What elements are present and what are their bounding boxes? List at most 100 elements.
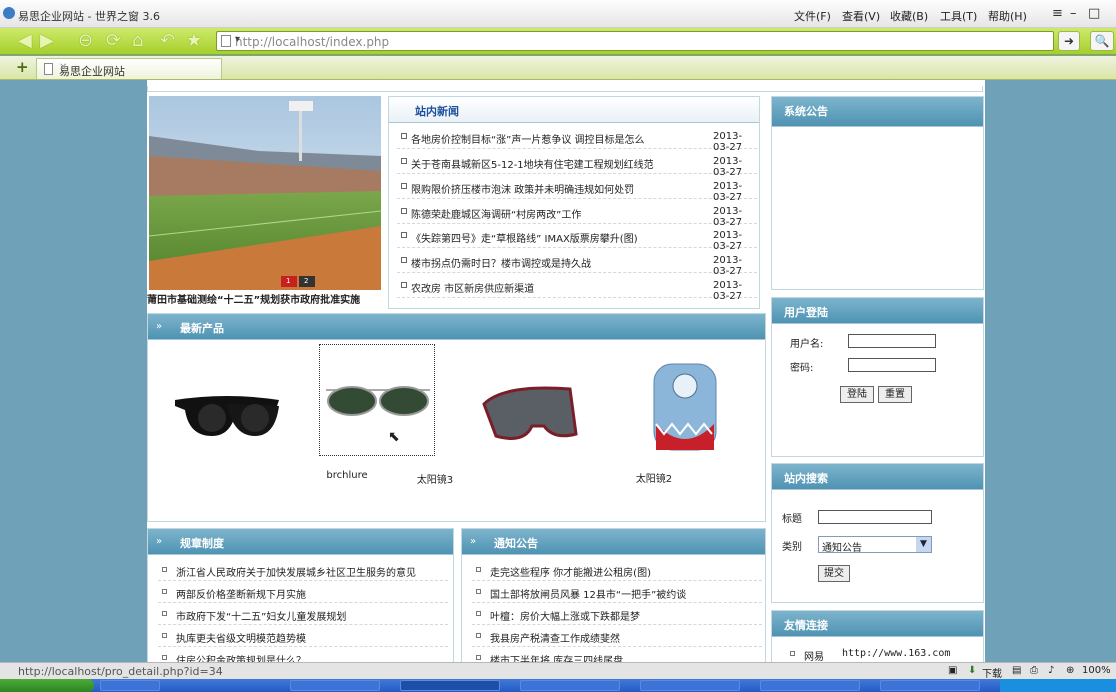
slide-1-button[interactable]: 1 — [286, 277, 290, 285]
close-tab-icon[interactable]: ✕ — [59, 62, 213, 73]
search-submit-button[interactable]: 提交 — [818, 565, 850, 582]
taskbar-item[interactable] — [520, 680, 620, 691]
print-icon[interactable]: ⎙ — [1030, 665, 1038, 676]
list-item[interactable]: 叶檀：房价大幅上涨或下跌都是梦 — [472, 603, 762, 625]
announce-text[interactable]: 我县房产税清查工作成绩斐然 — [490, 630, 760, 645]
double-arrow-icon: » — [156, 536, 163, 547]
address-input[interactable]: http://localhost/index.php ▾ — [216, 31, 1054, 51]
maximize-icon[interactable]: □ — [1088, 6, 1100, 21]
list-item[interactable]: 《失踪第四号》走“草根路线” IMAX版票房攀升(图) 2013-03-27 — [397, 224, 757, 252]
minimize-icon[interactable]: – — [1070, 6, 1077, 21]
product-item-hover[interactable]: 太阳镜3 ⬉ — [319, 344, 453, 486]
rules-text[interactable]: 浙江省人民政府关于加快发展城乡社区卫生服务的意见 — [176, 564, 446, 579]
taskbar-item[interactable] — [290, 680, 380, 691]
feature-image[interactable]: 1 2 — [149, 96, 381, 290]
taskbar-item[interactable] — [880, 680, 980, 691]
list-item[interactable]: 执库更夫省级文明模范趋势模 — [158, 625, 448, 647]
news-text[interactable]: 关于苍南县城新区5-12-1地块有住宅建工程规划红线范 — [411, 156, 691, 171]
list-item[interactable]: 限购限价挤压楼市泡沫 政策并未明确违规如何处罚 2013-03-27 — [397, 175, 757, 203]
taskbar-item-active[interactable] — [400, 680, 500, 691]
news-title: 站内新闻 — [415, 105, 459, 118]
status-bar: http://localhost/pro_detail.php?id=34 ▣ … — [0, 662, 1116, 680]
product-item[interactable]: 旅游包2 — [626, 344, 824, 485]
announce-panel: » 通知公告 走完这些程序 你才能搬进公租房(图) 国土部将放闸员风暴 12县市“… — [461, 528, 766, 669]
chevron-down-icon[interactable]: ▾ — [235, 34, 1049, 45]
list-item[interactable]: 农改房 市区新房供应新渠道 2013-03-27 — [397, 274, 757, 302]
announce-text[interactable]: 走完这些程序 你才能搬进公租房(图) — [490, 564, 760, 579]
download-label[interactable]: 下载 — [982, 665, 1002, 680]
sound-icon[interactable]: ♪ — [1048, 665, 1054, 676]
link-url[interactable]: http://www.163.com — [842, 648, 950, 659]
notice-header: 系统公告 — [772, 97, 983, 127]
quick-launch[interactable] — [100, 680, 160, 691]
reset-button[interactable]: 重置 — [878, 386, 912, 403]
rules-text[interactable]: 市政府下发“十二五”妇女儿童发展规划 — [176, 608, 446, 623]
start-button[interactable] — [0, 679, 94, 692]
menu-options-icon[interactable]: ≡ — [1052, 6, 1063, 21]
list-item[interactable]: 我县房产税清查工作成绩斐然 — [472, 625, 762, 647]
menu-favorites[interactable]: 收藏(B) — [890, 8, 928, 24]
list-item[interactable]: 走完这些程序 你才能搬进公租房(图) — [472, 559, 762, 581]
rules-text[interactable]: 执库更夫省级文明模范趋势模 — [176, 630, 446, 645]
list-item[interactable]: 市政府下发“十二五”妇女儿童发展规划 — [158, 603, 448, 625]
search-input[interactable] — [818, 510, 932, 524]
list-item[interactable]: 两部反价格垄断新规下月实施 — [158, 581, 448, 603]
back-icon[interactable]: ◀ — [18, 31, 32, 51]
list-item[interactable]: 浙江省人民政府关于加快发展城乡社区卫生服务的意见 — [158, 559, 448, 581]
chevron-down-icon[interactable]: ▼ — [916, 537, 931, 552]
slide-2-button[interactable]: 2 — [304, 277, 308, 285]
password-field[interactable] — [848, 358, 936, 372]
username-field[interactable] — [848, 334, 936, 348]
rules-text[interactable]: 两部反价格垄断新规下月实施 — [176, 586, 446, 601]
menu-tools[interactable]: 工具(T) — [940, 8, 977, 24]
login-button[interactable]: 登陆 — [840, 386, 874, 403]
reader-icon[interactable]: ▤ — [1012, 665, 1021, 676]
announce-title: 通知公告 — [494, 537, 538, 550]
undo-close-icon[interactable]: ↶ — [160, 31, 175, 51]
refresh-icon[interactable]: ⟳ — [106, 31, 121, 51]
go-button[interactable]: ➜ — [1058, 31, 1080, 51]
taskbar-item[interactable] — [760, 680, 860, 691]
news-text[interactable]: 限购限价挤压楼市泡沫 政策并未明确违规如何处罚 — [411, 181, 691, 196]
feature-caption[interactable]: 莆田市基础测绘“十二五”规划获市政府批准实施 — [147, 291, 383, 306]
list-item[interactable]: 各地房价控制目标“涨”声一片惹争议 调控目标是怎么 2013-03-27 — [397, 125, 757, 153]
tab-active[interactable]: 易思企业网站 ✕ — [36, 58, 222, 79]
window-icon[interactable]: ▣ — [948, 665, 957, 676]
stop-icon[interactable]: ⊖ — [78, 31, 93, 51]
aviator-sunglasses-icon — [326, 386, 430, 416]
news-text[interactable]: 各地房价控制目标“涨”声一片惹争议 调控目标是怎么 — [411, 131, 691, 146]
tab-bar: + 易思企业网站 ✕ — [0, 56, 1116, 80]
product-name[interactable]: 太阳镜3 — [377, 471, 493, 486]
search-engine-button[interactable]: 🔍 — [1090, 31, 1114, 51]
news-text[interactable]: 楼市拐点仍需时日？楼市调控或是持久战 — [411, 255, 691, 270]
list-item[interactable]: 关于苍南县城新区5-12-1地块有住宅建工程规划红线范 2013-03-27 — [397, 150, 757, 178]
product-name[interactable]: 太阳镜2 — [594, 470, 714, 485]
product-item[interactable]: brchlure — [167, 344, 368, 481]
download-icon[interactable]: ⬇ — [968, 665, 976, 676]
list-item[interactable]: 国土部将放闸员风暴 12县市“一把手”被约谈 — [472, 581, 762, 603]
category-select[interactable]: 通知公告 ▼ — [818, 536, 932, 554]
zoom-level[interactable]: 100% — [1082, 665, 1111, 676]
list-item[interactable]: 陈德荣赴鹿城区海调研“村房两改”工作 2013-03-27 — [397, 200, 757, 228]
announce-text[interactable]: 国土部将放闸员风暴 12县市“一把手”被约谈 — [490, 586, 760, 601]
bullet-icon — [476, 567, 481, 572]
menu-file[interactable]: 文件(F) — [794, 8, 831, 24]
favorite-star-icon[interactable]: ★ — [186, 31, 202, 51]
home-icon[interactable]: ⌂ — [132, 31, 143, 51]
menu-view[interactable]: 查看(V) — [842, 8, 880, 24]
list-item[interactable]: 楼市拐点仍需时日？楼市调控或是持久战 2013-03-27 — [397, 249, 757, 277]
menu-help[interactable]: 帮助(H) — [988, 8, 1027, 24]
notice-panel: 系统公告 — [771, 96, 984, 290]
news-text[interactable]: 陈德荣赴鹿城区海调研“村房两改”工作 — [411, 206, 691, 221]
taskbar-item[interactable] — [640, 680, 740, 691]
news-text[interactable]: 农改房 市区新房供应新渠道 — [411, 280, 691, 295]
news-text[interactable]: 《失踪第四号》走“草根路线” IMAX版票房攀升(图) — [411, 230, 691, 245]
zoom-icon[interactable]: ⊕ — [1066, 665, 1074, 676]
login-title: 用户登陆 — [784, 306, 828, 319]
forward-icon[interactable]: ▶ — [40, 31, 54, 51]
new-tab-icon[interactable]: + — [16, 58, 29, 76]
bullet-icon — [476, 655, 481, 660]
product-item[interactable]: 太阳镜2 — [474, 344, 672, 485]
announce-text[interactable]: 叶檀：房价大幅上涨或下跌都是梦 — [490, 608, 760, 623]
link-name[interactable]: 网易 — [804, 648, 824, 663]
